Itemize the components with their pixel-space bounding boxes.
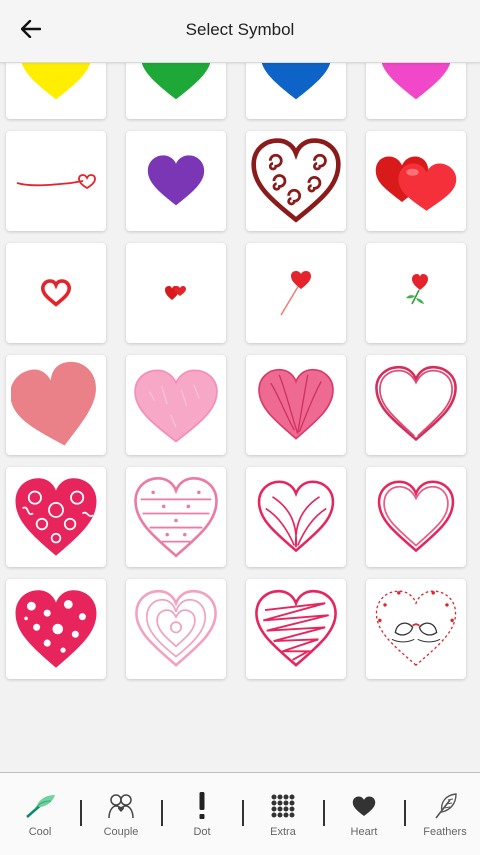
app-bar: Select Symbol <box>0 0 480 63</box>
exclamation-icon <box>162 791 242 821</box>
tab-label: Feathers <box>423 826 467 838</box>
symbol-heart-lovebirds-wreath[interactable] <box>366 579 466 679</box>
tab-heart[interactable]: Heart <box>324 773 404 855</box>
tab-dot[interactable]: Dot <box>162 773 242 855</box>
feather-icon <box>405 791 480 821</box>
tab-extra[interactable]: Extra <box>243 773 323 855</box>
symbol-heart-magenta[interactable] <box>366 63 466 119</box>
symbol-heart-loops[interactable] <box>246 467 346 567</box>
tab-label: Extra <box>270 826 296 838</box>
couple-icon <box>81 791 161 821</box>
tab-label: Couple <box>103 826 139 838</box>
symbol-heart-rose[interactable] <box>366 243 466 343</box>
tab-feathers[interactable]: Feathers <box>405 773 480 855</box>
symbol-heart-spiral-lines[interactable] <box>126 579 226 679</box>
symbol-heart-outline-sketch[interactable] <box>366 355 466 455</box>
symbol-heart-tilted-salmon[interactable] <box>6 355 106 455</box>
symbol-grid <box>6 63 466 679</box>
tab-label: Cool <box>28 826 52 838</box>
symbol-heart-polka-dots[interactable] <box>6 579 106 679</box>
heart-icon <box>324 791 404 821</box>
symbol-heart-swirl-darkred[interactable] <box>246 131 346 231</box>
symbol-heart-yellow[interactable] <box>6 63 106 119</box>
symbol-heart-zigzag[interactable] <box>246 579 346 679</box>
symbol-grid-scroll[interactable] <box>0 63 480 772</box>
symbol-heart-purple[interactable] <box>126 131 226 231</box>
symbol-hearts-pair-tiny[interactable] <box>126 243 226 343</box>
symbol-heart-outline-small[interactable] <box>6 243 106 343</box>
symbol-heart-line-red[interactable] <box>6 131 106 231</box>
symbol-heart-lollipop[interactable] <box>246 243 346 343</box>
bottom-tab-bar: Cool Couple Dot Extra Heart Feathers <box>0 772 480 855</box>
symbol-heart-sketch-lightpink[interactable] <box>126 355 226 455</box>
symbol-heart-green[interactable] <box>126 63 226 119</box>
tab-label: Dot <box>193 826 211 838</box>
symbol-heart-dots-stripes[interactable] <box>126 467 226 567</box>
tab-couple[interactable]: Couple <box>81 773 161 855</box>
symbol-heart-floral-doodle[interactable] <box>6 467 106 567</box>
symbol-heart-scribble-pink[interactable] <box>246 355 346 455</box>
dot-grid-icon <box>243 791 323 821</box>
symbol-heart-double-outline[interactable] <box>366 467 466 567</box>
symbol-heart-blue[interactable] <box>246 63 346 119</box>
feather-quill-icon <box>0 791 80 821</box>
tab-cool[interactable]: Cool <box>0 773 80 855</box>
tab-label: Heart <box>350 826 378 838</box>
page-title: Select Symbol <box>185 20 295 39</box>
symbol-hearts-double-3d[interactable] <box>366 131 466 231</box>
